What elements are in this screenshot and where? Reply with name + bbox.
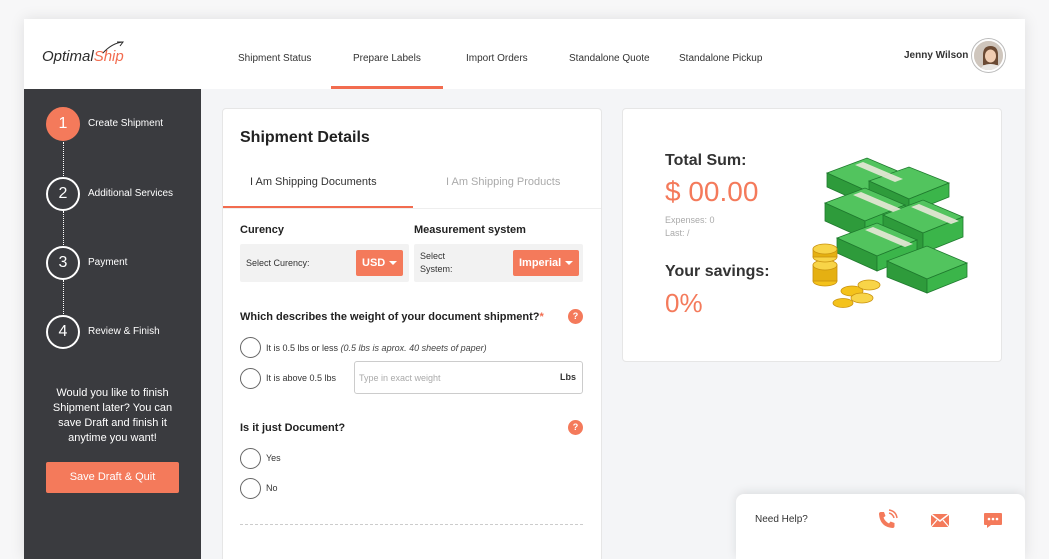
- document-yes-label: Yes: [266, 453, 281, 463]
- weight-option-heavy-label: It is above 0.5 lbs: [266, 373, 337, 383]
- measurement-caption: System:: [420, 264, 453, 274]
- mail-icon[interactable]: [929, 509, 951, 531]
- chevron-down-icon: [389, 261, 398, 266]
- tab-shipping-documents[interactable]: I Am Shipping Documents: [250, 176, 377, 188]
- weight-unit: Lbs: [559, 372, 576, 382]
- currency-select-box: Select Curency: USD: [240, 244, 409, 282]
- savings-value: 0%: [665, 288, 703, 318]
- weight-question-text: Which describes the weight of your docum…: [240, 311, 540, 323]
- nav-standalone-pickup[interactable]: Standalone Pickup: [679, 53, 762, 64]
- currency-value: USD: [362, 257, 386, 269]
- step-create-shipment[interactable]: 1 Create Shipment: [46, 107, 196, 141]
- document-no-radio[interactable]: [240, 478, 261, 499]
- step-connector: [63, 280, 64, 316]
- currency-label: Curency: [240, 224, 285, 236]
- step-payment[interactable]: 3 Payment: [46, 246, 196, 280]
- logo-text-optimal: Optimal: [42, 48, 94, 65]
- currency-dropdown[interactable]: USD: [356, 250, 404, 276]
- measurement-select-box: Select System: Imperial: [414, 244, 583, 282]
- step-label: Payment: [88, 257, 128, 268]
- step-connector: [63, 142, 64, 178]
- shipment-details-card: Shipment Details I Am Shipping Documents…: [222, 108, 602, 559]
- step-label: Additional Services: [88, 188, 174, 199]
- help-icon[interactable]: ?: [568, 420, 583, 435]
- measurement-dropdown[interactable]: Imperial: [513, 250, 580, 276]
- steps-sidebar: 1 Create Shipment 2 Additional Services …: [24, 89, 201, 559]
- step-number: 1: [46, 107, 80, 141]
- chevron-down-icon: [565, 261, 574, 266]
- help-bar: Need Help?: [736, 494, 1025, 559]
- total-sum-value: $ 00.00: [665, 176, 759, 207]
- weight-option-light-label: It is 0.5 lbs or less (0.5 lbs is aprox.…: [266, 343, 487, 353]
- currency-caption: Select Curency:: [246, 258, 310, 268]
- summary-card: Total Sum: $ 00.00 Expenses: 0 Last: / Y…: [622, 108, 1002, 362]
- user-name[interactable]: Jenny Wilson: [904, 50, 968, 61]
- nav-shipment-status[interactable]: Shipment Status: [238, 53, 311, 64]
- user-avatar-icon: [974, 41, 1003, 70]
- weight-option-light-note: (0.5 lbs is aprox. 40 sheets of paper): [340, 343, 487, 353]
- savings-label: Your savings:: [665, 263, 770, 280]
- weight-input[interactable]: [359, 369, 544, 387]
- nav-active-indicator: [331, 86, 443, 89]
- step-number: 3: [46, 246, 80, 280]
- step-label: Review & Finish: [88, 326, 160, 337]
- step-review-finish[interactable]: 4 Review & Finish: [46, 315, 196, 349]
- phone-icon[interactable]: [876, 509, 898, 531]
- step-additional-services[interactable]: 2 Additional Services: [46, 177, 196, 211]
- chat-icon[interactable]: [982, 509, 1004, 531]
- measurement-value: Imperial: [519, 257, 562, 269]
- help-text: Need Help?: [755, 514, 808, 525]
- weight-option-heavy-radio[interactable]: [240, 368, 261, 389]
- app-frame: OptimalShip Shipment Status Prepare Labe…: [24, 19, 1025, 559]
- logo-swoosh-icon: [102, 41, 124, 54]
- draft-message: Would you like to finish Shipment later?…: [52, 387, 173, 444]
- header: OptimalShip Shipment Status Prepare Labe…: [24, 19, 1025, 89]
- weight-option-light-radio[interactable]: [240, 337, 261, 358]
- tab-shipping-products[interactable]: I Am Shipping Products: [446, 176, 560, 188]
- step-connector: [63, 211, 64, 247]
- measurement-caption: Select: [420, 251, 446, 261]
- total-sum-label: Total Sum:: [665, 152, 747, 169]
- step-number: 4: [46, 315, 80, 349]
- tab-divider: [223, 208, 601, 209]
- expenses-text: Expenses: 0: [665, 215, 715, 225]
- nav-standalone-quote[interactable]: Standalone Quote: [569, 53, 650, 64]
- document-question: Is it just Document?: [240, 422, 346, 434]
- page-title: Shipment Details: [240, 129, 370, 146]
- required-marker: *: [539, 311, 544, 323]
- weight-field: Lbs: [354, 361, 583, 394]
- weight-question: Which describes the weight of your docum…: [240, 311, 544, 323]
- nav-import-orders[interactable]: Import Orders: [466, 53, 528, 64]
- nav-prepare-labels[interactable]: Prepare Labels: [353, 53, 421, 64]
- avatar[interactable]: [972, 39, 1005, 72]
- save-draft-button[interactable]: Save Draft & Quit: [46, 462, 179, 493]
- section-divider: [240, 524, 583, 525]
- measurement-label: Measurement system: [414, 224, 526, 236]
- step-label: Create Shipment: [88, 118, 164, 129]
- document-yes-radio[interactable]: [240, 448, 261, 469]
- money-stack-icon: [812, 157, 969, 308]
- help-icon[interactable]: ?: [568, 309, 583, 324]
- tab-active-indicator: [223, 206, 413, 208]
- step-number: 2: [46, 177, 80, 211]
- document-no-label: No: [266, 483, 278, 493]
- last-text: Last: /: [665, 228, 690, 238]
- weight-option-light-text: It is 0.5 lbs or less: [266, 343, 339, 353]
